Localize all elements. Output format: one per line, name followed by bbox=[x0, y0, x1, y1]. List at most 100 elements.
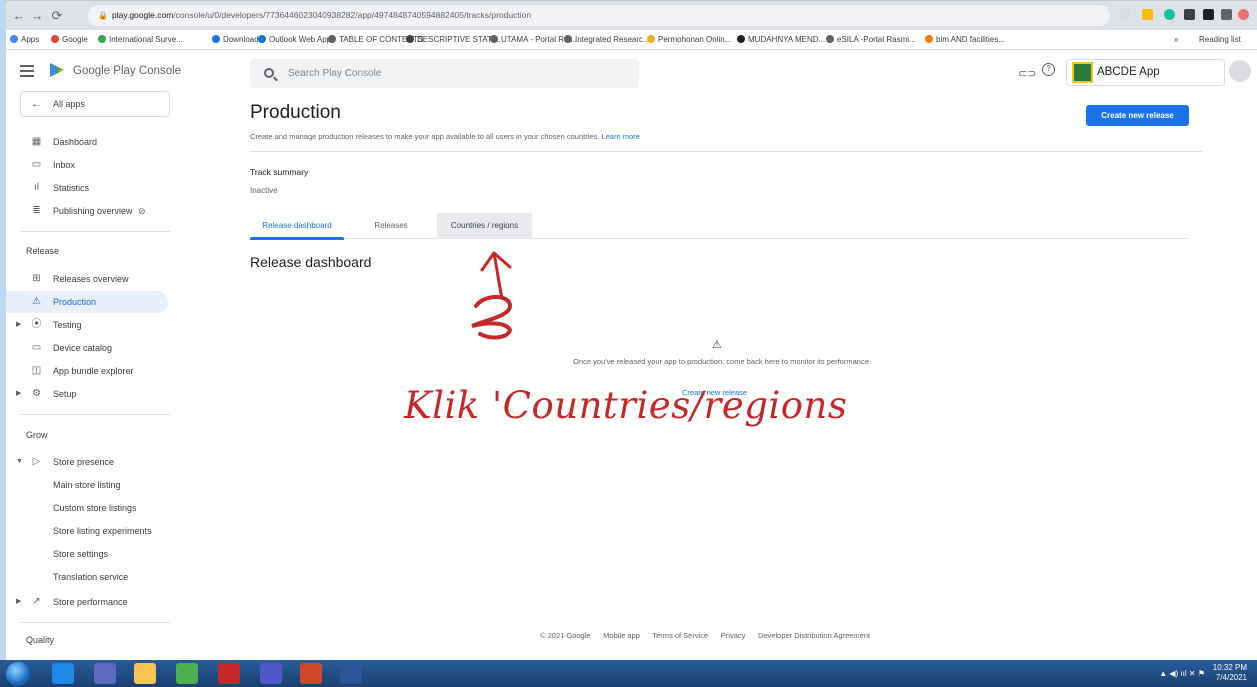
store-presence-icon: ▷ bbox=[32, 456, 41, 467]
warning-icon: ⚠ bbox=[712, 339, 722, 351]
footer-link-dda[interactable]: Developer Distribution Agreement bbox=[758, 631, 870, 640]
sidebar-item-label: Main store listing bbox=[53, 480, 121, 490]
search-input[interactable]: Search Play Console bbox=[250, 59, 639, 88]
google-play-logo-icon bbox=[50, 63, 64, 77]
powerpoint-icon[interactable] bbox=[300, 663, 322, 684]
all-apps-button[interactable]: ← All apps bbox=[20, 91, 170, 117]
bookmarks-bar: Apps Google International Surve... Download… bbox=[6, 30, 1257, 50]
extension-icon[interactable] bbox=[1184, 9, 1195, 20]
bookmark-label: Downloads bbox=[223, 35, 263, 44]
sidebar-item-store-performance[interactable]: ▶ ↗ Store performance bbox=[6, 591, 168, 613]
sidebar-item-device-catalog[interactable]: ▭ Device catalog bbox=[6, 337, 168, 359]
bookmark-item[interactable]: Outlook Web App bbox=[258, 35, 331, 44]
sidebar-item-main-store-listing[interactable]: Main store listing bbox=[6, 474, 168, 496]
internet-explorer-icon[interactable] bbox=[52, 663, 74, 684]
app-avatar-icon bbox=[1072, 62, 1093, 83]
bookmark-item[interactable]: MUDAHNYA MEND... bbox=[737, 35, 825, 44]
bookmark-label: DESCRIPTIVE STATI... bbox=[417, 35, 501, 44]
extension-icon[interactable] bbox=[1203, 9, 1214, 20]
annotation-arrow-icon bbox=[471, 251, 513, 340]
tab-releases[interactable]: Releases bbox=[362, 213, 420, 239]
section-quality: Quality bbox=[26, 635, 55, 645]
footer-link-terms[interactable]: Terms of Service bbox=[652, 631, 708, 640]
sidebar-divider bbox=[20, 622, 170, 623]
address-bar[interactable]: 🔒 play.google.com/console/u/0/developers… bbox=[88, 5, 1110, 26]
reading-list-button[interactable]: Reading list bbox=[1199, 35, 1241, 44]
sidebar-item-label: Custom store listings bbox=[53, 503, 137, 513]
zoom-icon[interactable] bbox=[1119, 9, 1130, 20]
caret-right-icon: ▶ bbox=[16, 598, 22, 605]
footer-link-mobile-app[interactable]: Mobile app bbox=[603, 631, 640, 640]
file-explorer-icon[interactable] bbox=[134, 663, 156, 684]
sidebar-item-label: Publishing overview bbox=[53, 206, 133, 216]
bookmark-item[interactable]: Permohonan Onlin... bbox=[647, 35, 731, 44]
media-player-icon[interactable] bbox=[94, 663, 116, 684]
arrow-left-icon: ← bbox=[31, 98, 42, 110]
puzzle-icon[interactable] bbox=[1221, 9, 1232, 20]
taskbar: ▲ ◀) ııl ✕ ⚑ 10:32 PM 7/4/2021 bbox=[0, 660, 1257, 687]
sidebar-item-store-settings[interactable]: Store settings bbox=[6, 543, 168, 565]
tab-release-dashboard[interactable]: Release dashboard bbox=[250, 213, 344, 240]
sidebar-divider bbox=[20, 414, 170, 415]
sidebar-item-store-listing-experiments[interactable]: Store listing experiments bbox=[6, 520, 168, 542]
brand-sub: Console bbox=[138, 65, 182, 77]
reload-icon[interactable]: ⟳ bbox=[50, 8, 64, 24]
track-summary-value: Inactive bbox=[250, 186, 278, 195]
acrobat-icon[interactable] bbox=[218, 663, 240, 684]
bookmark-icon bbox=[51, 35, 59, 43]
system-tray-icons[interactable]: ▲ ◀) ııl ✕ ⚑ bbox=[1159, 669, 1205, 678]
bookmark-icon bbox=[98, 35, 106, 43]
bookmarks-overflow-button[interactable]: » bbox=[1174, 35, 1178, 44]
bookmark-item[interactable]: Integrated Researc... bbox=[564, 35, 650, 44]
app-bundle-icon: ◫ bbox=[31, 365, 42, 376]
menu-icon[interactable] bbox=[20, 65, 34, 77]
sidebar-item-releases-overview[interactable]: ⊞ Releases overview bbox=[6, 268, 168, 290]
help-icon[interactable]: ? bbox=[1042, 63, 1055, 76]
star-icon[interactable] bbox=[1142, 9, 1153, 20]
account-avatar[interactable] bbox=[1229, 60, 1251, 82]
app-name: ABCDE App bbox=[1097, 66, 1160, 78]
sidebar-item-dashboard[interactable]: ▦ Dashboard bbox=[6, 131, 168, 153]
sidebar-item-translation-service[interactable]: Translation service bbox=[6, 566, 168, 588]
bookmark-item[interactable]: bim AND facilities... bbox=[925, 35, 1005, 44]
word-icon[interactable] bbox=[340, 663, 362, 684]
create-new-release-button[interactable]: Create new release bbox=[1086, 105, 1189, 126]
bookmark-item[interactable]: Google bbox=[51, 35, 88, 44]
sidebar-item-app-bundle-explorer[interactable]: ◫ App bundle explorer bbox=[6, 360, 168, 382]
sidebar-item-testing[interactable]: ▶ ⦿ Testing bbox=[6, 314, 168, 336]
forward-icon[interactable]: → bbox=[30, 8, 44, 23]
clock[interactable]: 10:32 PM 7/4/2021 bbox=[1213, 663, 1247, 683]
bookmark-item[interactable]: DESCRIPTIVE STATI... bbox=[406, 35, 501, 44]
sidebar-item-statistics[interactable]: ıl Statistics bbox=[6, 177, 168, 199]
bookmark-item[interactable]: eSILA -Portal Rasmi... bbox=[826, 35, 916, 44]
bookmark-item[interactable]: Downloads bbox=[212, 35, 263, 44]
app-picker[interactable]: ABCDE App bbox=[1066, 59, 1225, 86]
teams-icon[interactable] bbox=[260, 663, 282, 684]
sidebar-item-publishing-overview[interactable]: ≣ Publishing overview ⊘ bbox=[6, 200, 168, 222]
sidebar-item-store-presence[interactable]: ▼ ▷ Store presence bbox=[6, 451, 168, 473]
lock-icon: 🔒 bbox=[98, 11, 108, 20]
bookmark-item[interactable]: Apps bbox=[10, 35, 39, 44]
tab-countries-regions[interactable]: Countries / regions bbox=[437, 213, 532, 239]
start-button-icon[interactable] bbox=[6, 662, 30, 686]
bookmark-icon bbox=[490, 35, 498, 43]
bookmark-item[interactable]: International Surve... bbox=[98, 35, 183, 44]
chrome-icon[interactable] bbox=[176, 663, 198, 684]
sidebar-item-inbox[interactable]: ▭ Inbox bbox=[6, 154, 168, 176]
profile-icon[interactable] bbox=[1238, 9, 1249, 20]
sidebar-item-custom-store-listings[interactable]: Custom store listings bbox=[6, 497, 168, 519]
bookmark-icon bbox=[258, 35, 266, 43]
sidebar-item-setup[interactable]: ▶ ⚙ Setup bbox=[6, 383, 168, 405]
bookmark-icon bbox=[10, 35, 18, 43]
url-host: play.google.com bbox=[112, 10, 174, 20]
sidebar-item-label: Production bbox=[53, 297, 97, 307]
brand-title[interactable]: Google Play Console bbox=[73, 65, 181, 77]
link-icon[interactable]: ⊂⊃ bbox=[1018, 67, 1036, 80]
grammarly-extension-icon[interactable] bbox=[1164, 9, 1175, 20]
back-icon[interactable]: ← bbox=[12, 8, 26, 23]
setup-icon: ⚙ bbox=[32, 388, 41, 399]
footer-link-privacy[interactable]: Privacy bbox=[721, 631, 746, 640]
testing-icon: ⦿ bbox=[31, 319, 42, 330]
learn-more-link[interactable]: Learn more bbox=[601, 132, 639, 141]
sidebar-item-production[interactable]: ⚠ Production bbox=[6, 291, 168, 313]
